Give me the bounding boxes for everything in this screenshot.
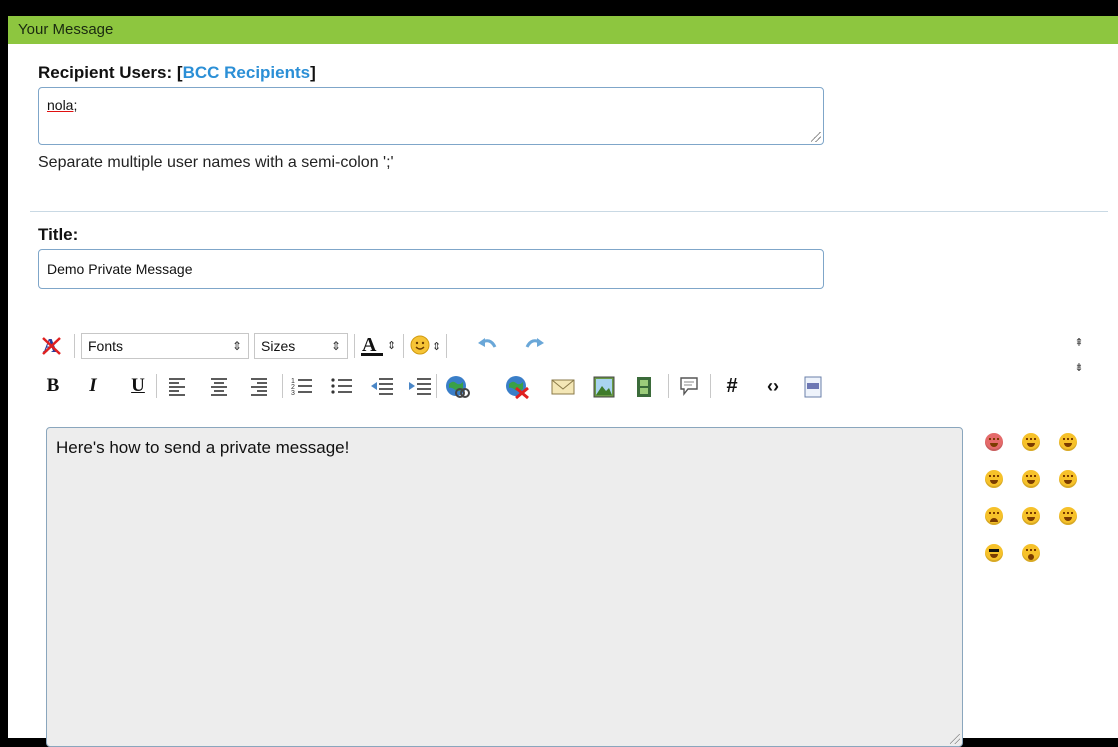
editor-content: Here's how to send a private message! [56,438,350,457]
font-select[interactable]: Fonts ⇕ [81,333,249,359]
message-editor[interactable]: Here's how to send a private message! [46,427,963,747]
toolbar-separator [74,334,75,358]
align-center-icon[interactable] [208,375,230,397]
toolbar-separator [446,334,447,358]
bold-icon[interactable]: B [44,374,62,398]
font-select-value: Fonts [88,338,124,354]
redo-icon[interactable] [522,334,546,356]
align-right-icon[interactable] [248,375,270,397]
svg-text:⇕: ⇕ [387,339,396,352]
panel-top-border [8,8,1118,16]
align-left-icon[interactable] [166,375,188,397]
resize-grip[interactable] [811,132,821,142]
remove-link-icon[interactable] [504,374,530,400]
italic-icon[interactable]: I [84,374,102,398]
bullet-list-icon[interactable] [330,375,354,397]
emoticon-picker-icon[interactable]: ⇕ [409,333,443,357]
video-icon[interactable] [634,375,654,399]
insert-link-icon[interactable] [444,374,470,400]
expand-toolbar-icon[interactable]: ⇟ [1072,360,1086,374]
resize-grip[interactable] [950,734,960,744]
toolbar-separator [710,374,711,398]
emoticon-surprised-icon[interactable] [1022,544,1040,562]
emoticon-cool-icon[interactable] [985,544,1003,562]
select-arrows-icon: ⇕ [231,339,242,353]
bracket-close: ] [310,63,316,82]
undo-icon[interactable] [476,334,500,356]
outdent-icon[interactable] [370,375,394,397]
toolbar-separator [354,334,355,358]
size-select-value: Sizes [261,338,296,354]
remove-format-icon[interactable]: A [40,333,64,357]
hash-icon[interactable]: # [722,374,742,398]
emoticon-confused-icon[interactable] [1022,507,1040,525]
emoticon-smile-icon[interactable] [1022,470,1040,488]
quote-icon[interactable] [678,375,700,397]
emoticon-tongue-icon[interactable] [1022,433,1040,451]
title-value: Demo Private Message [47,261,193,277]
indent-icon[interactable] [408,375,432,397]
title-label: Title: [38,225,79,244]
underline-icon[interactable]: U [129,374,147,398]
emoticon-happy-icon[interactable] [1059,470,1077,488]
emoticon-angry-icon[interactable] [985,433,1003,451]
section-divider [30,211,1108,212]
recipient-name: nola [47,97,74,113]
email-icon[interactable] [550,376,576,398]
recipients-input[interactable]: nola; [38,87,824,145]
collapse-toolbar-icon[interactable]: ⇞ [1072,335,1086,349]
code-icon[interactable]: ‹› [760,374,786,398]
php-icon[interactable] [803,375,823,399]
image-icon[interactable] [592,375,616,399]
emoticon-sad-icon[interactable] [985,507,1003,525]
emoticon-laugh-icon[interactable] [985,470,1003,488]
toolbar-separator [668,374,669,398]
recipients-hint: Separate multiple user names with a semi… [38,154,394,171]
text-color-icon[interactable]: A ⇕ [359,332,399,358]
size-select[interactable]: Sizes ⇕ [254,333,348,359]
select-arrows-icon: ⇕ [330,339,341,353]
toolbar-separator [282,374,283,398]
title-input[interactable]: Demo Private Message [38,249,824,289]
svg-text:A: A [362,334,377,356]
panel-header: Your Message [8,16,1118,44]
toolbar-separator [156,374,157,398]
toolbar-separator [436,374,437,398]
message-panel: Your Message Recipient Users: [BCC Recip… [8,8,1118,747]
svg-text:⇕: ⇕ [432,340,441,353]
recipients-label-row: Recipient Users: [BCC Recipients] [38,63,316,83]
recipients-label: Recipient Users: [38,63,173,82]
numbered-list-icon[interactable]: 1 2 3 [290,375,314,397]
svg-text:3: 3 [291,390,295,397]
bcc-recipients-link[interactable]: BCC Recipients [183,63,311,82]
emoticon-wink-icon[interactable] [1059,507,1077,525]
emoticon-grin-icon[interactable] [1059,433,1077,451]
toolbar-separator [403,334,404,358]
recipient-separator: ; [73,97,78,113]
